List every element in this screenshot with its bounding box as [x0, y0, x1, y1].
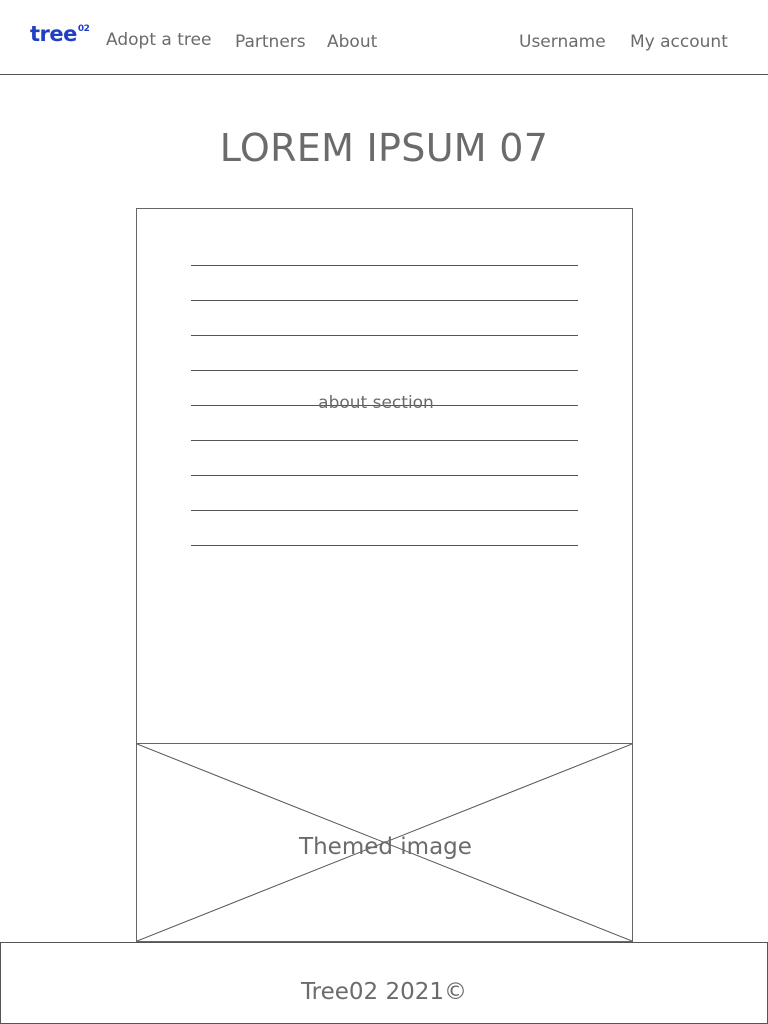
nav-partners[interactable]: Partners: [235, 34, 306, 51]
themed-image-placeholder: Themed image: [136, 743, 633, 942]
nav-about[interactable]: About: [327, 34, 377, 51]
logo-text: tree: [30, 22, 77, 46]
nav-username[interactable]: Username: [519, 34, 606, 51]
text-placeholder-line: [191, 475, 578, 476]
footer-copyright: Tree02 2021©: [300, 979, 468, 1005]
nav-my-account[interactable]: My account: [630, 34, 728, 51]
themed-image-label: Themed image: [299, 834, 472, 860]
logo-superscript: 02: [77, 24, 90, 34]
text-placeholder-line: [191, 265, 578, 266]
text-placeholder-line: [191, 335, 578, 336]
logo-link[interactable]: tree02: [30, 22, 90, 46]
footer: Tree02 2021©: [0, 942, 768, 1024]
header: tree02 Adopt a tree Partners About Usern…: [0, 0, 768, 75]
about-section: about section: [136, 208, 633, 744]
about-section-label: about section: [318, 393, 434, 413]
page: tree02 Adopt a tree Partners About Usern…: [0, 0, 768, 1024]
text-placeholder-line: [191, 370, 578, 371]
page-title: LOREM IPSUM 07: [219, 126, 549, 170]
text-placeholder-line: [191, 440, 578, 441]
text-placeholder-line: [191, 300, 578, 301]
text-placeholder-line: [191, 545, 578, 546]
text-placeholder-line: [191, 510, 578, 511]
nav-adopt-a-tree[interactable]: Adopt a tree: [106, 32, 211, 49]
